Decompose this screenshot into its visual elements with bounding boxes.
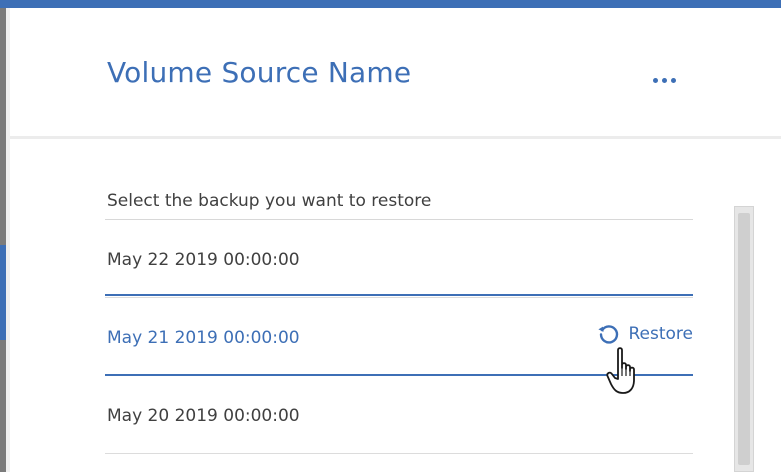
volume-panel: Volume Source Name Select the backup you… bbox=[10, 8, 781, 472]
header-divider bbox=[10, 136, 781, 139]
more-horizontal-icon bbox=[652, 77, 658, 83]
window-top-accent bbox=[0, 0, 781, 8]
vertical-scrollbar[interactable] bbox=[734, 206, 754, 472]
backup-list-label: Select the backup you want to restore bbox=[107, 191, 432, 211]
window-left-edge bbox=[0, 8, 6, 472]
row-divider bbox=[105, 453, 693, 454]
more-options-button[interactable] bbox=[648, 70, 680, 90]
restore-label: Restore bbox=[628, 324, 693, 344]
panel-title: Volume Source Name bbox=[107, 56, 412, 89]
panel-header: Volume Source Name bbox=[10, 8, 781, 136]
window-left-edge-accent bbox=[0, 245, 6, 340]
restore-icon bbox=[598, 325, 619, 344]
backup-date: May 22 2019 00:00:00 bbox=[107, 250, 300, 270]
restore-button[interactable]: Restore bbox=[596, 322, 693, 346]
selected-row-top-border bbox=[105, 294, 693, 296]
scrollbar-thumb[interactable] bbox=[738, 213, 750, 465]
backup-date: May 20 2019 00:00:00 bbox=[107, 406, 300, 426]
backup-row-selected[interactable]: May 21 2019 00:00:00 Restore bbox=[105, 298, 693, 376]
backup-date: May 21 2019 00:00:00 bbox=[107, 328, 300, 348]
backup-row[interactable]: May 22 2019 00:00:00 bbox=[105, 220, 693, 298]
backup-row[interactable]: May 20 2019 00:00:00 bbox=[105, 376, 693, 454]
